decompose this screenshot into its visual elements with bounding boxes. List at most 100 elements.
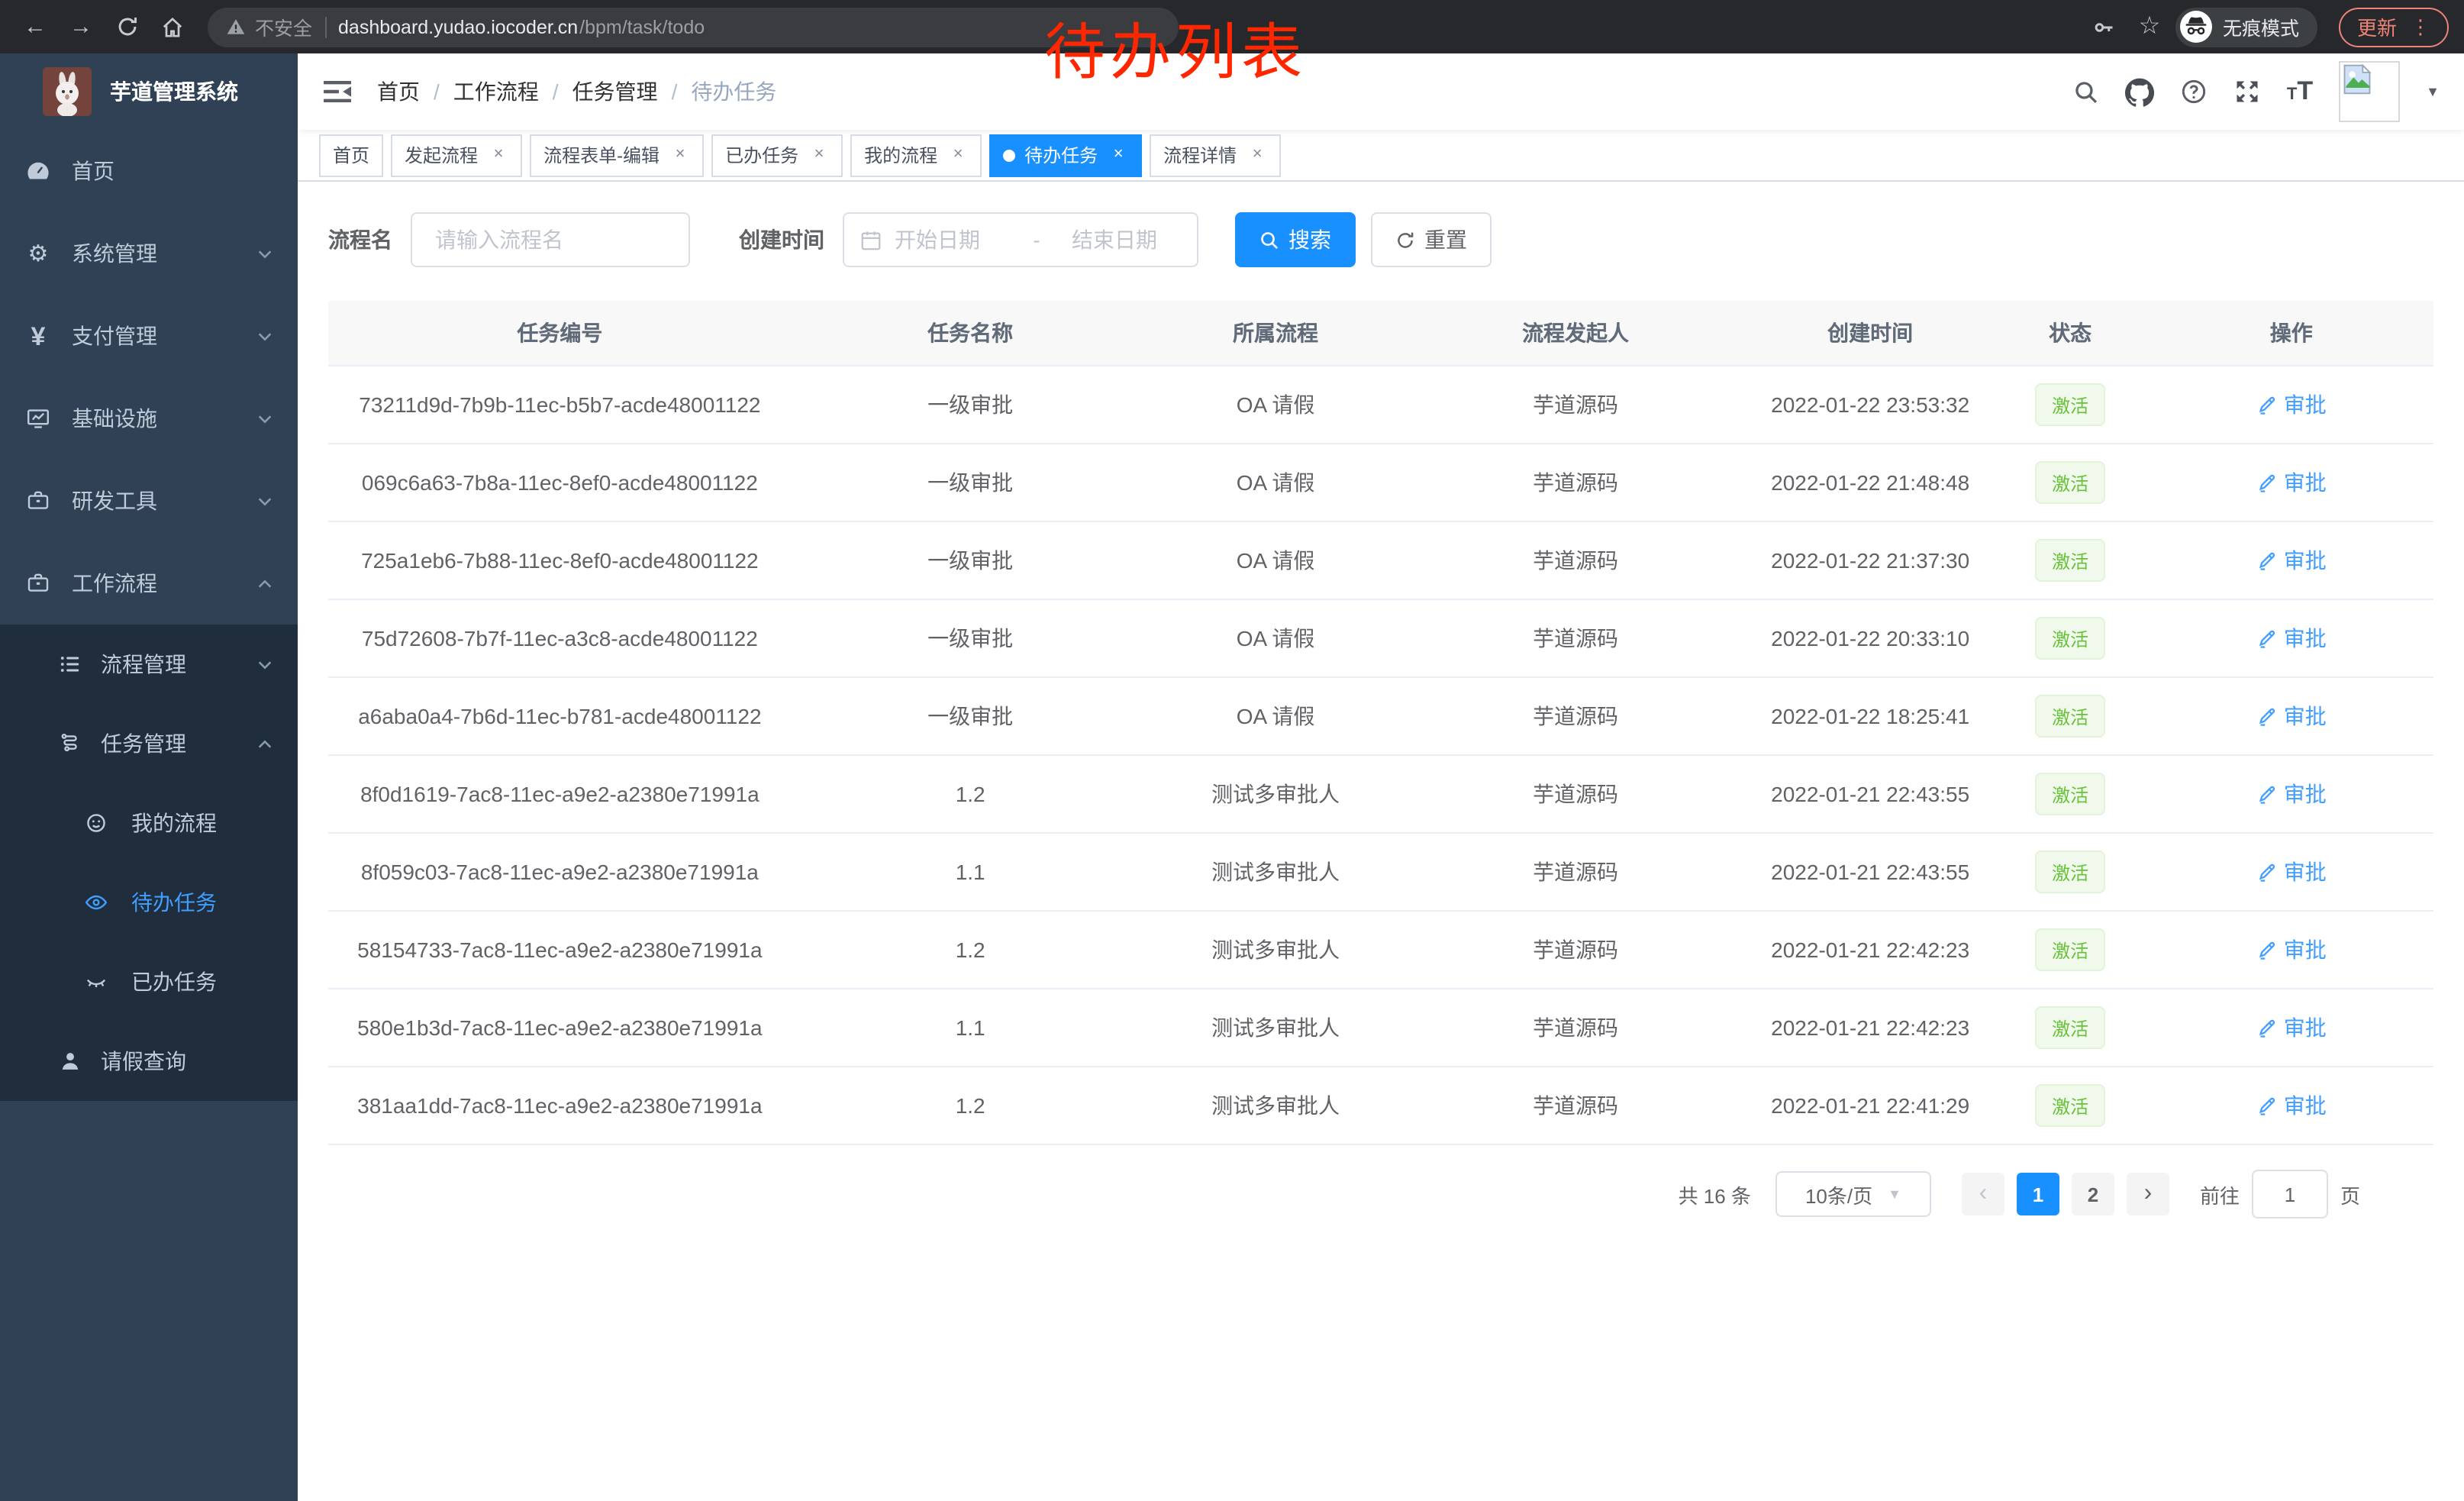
avatar-caret-icon[interactable]: ▼ [2426,85,2440,98]
eye-closed-icon [84,970,108,994]
approve-link[interactable]: 审批 [2256,467,2327,498]
approve-link[interactable]: 审批 [2256,389,2327,420]
active-tab-dot [1003,149,1015,161]
github-icon[interactable] [2125,77,2154,106]
sidebar-item-payment[interactable]: ¥ 支付管理 [0,295,298,377]
breadcrumb-item[interactable]: 首页 [377,76,420,107]
tab-todo-tasks[interactable]: 待办任务 × [989,134,1142,176]
cell-starter: 芋道源码 [1402,1067,1750,1144]
sidebar-item-infrastructure[interactable]: 基础设施 [0,377,298,460]
page-button-2[interactable]: 2 [2072,1173,2114,1215]
tab-form-edit[interactable]: 流程表单-编辑 × [530,134,704,176]
incognito-badge[interactable]: 无痕模式 [2175,7,2317,47]
sidebar-item-process-mgmt[interactable]: 流程管理 [0,625,298,704]
sidebar-item-home[interactable]: 首页 [0,130,298,212]
update-button[interactable]: 更新 ⋮ [2339,7,2449,47]
edit-pencil-icon [2256,550,2278,571]
bookmark-star-icon[interactable]: ☆ [2130,15,2169,39]
approve-link[interactable]: 审批 [2256,623,2327,654]
reload-icon[interactable] [107,15,147,38]
cell-action: 审批 [2150,521,2433,599]
cell-process: 测试多审批人 [1150,755,1402,833]
sidebar-item-devtools[interactable]: 研发工具 [0,460,298,542]
search-icon[interactable] [2073,79,2099,105]
tab-label: 待办任务 [1024,142,1098,168]
sidebar-item-system[interactable]: ⚙ 系统管理 [0,212,298,295]
fullscreen-icon[interactable] [2233,78,2261,105]
avatar[interactable] [2339,61,2400,122]
prev-page-button[interactable]: ‹ [1962,1173,2004,1215]
sidebar-item-done-tasks[interactable]: 已办任务 [0,942,298,1022]
close-icon[interactable]: × [948,147,968,163]
sidebar-logo[interactable]: 芋道管理系统 [0,53,298,130]
approve-link[interactable]: 审批 [2256,934,2327,965]
close-icon[interactable]: × [1108,147,1128,163]
cell-action: 审批 [2150,833,2433,911]
help-icon[interactable] [2180,78,2208,105]
sidebar-item-label: 任务管理 [101,728,186,759]
address-bar[interactable]: 不安全 dashboard.yudao.iocoder.cn/bpm/task/… [208,7,1179,47]
cell-process: OA 请假 [1150,677,1402,755]
start-date-input[interactable] [892,226,1005,253]
cell-action: 审批 [2150,911,2433,989]
reset-button[interactable]: 重置 [1371,212,1492,267]
tab-process-detail[interactable]: 流程详情 × [1150,134,1281,176]
next-page-button[interactable]: › [2127,1173,2169,1215]
cell-starter: 芋道源码 [1402,599,1750,677]
dashboard-icon [26,159,50,183]
approve-link[interactable]: 审批 [2256,1090,2327,1121]
tab-done-tasks[interactable]: 已办任务 × [711,134,843,176]
font-size-icon[interactable]: TT [2287,76,2313,107]
page-button-1[interactable]: 1 [2017,1173,2059,1215]
approve-link[interactable]: 审批 [2256,1012,2327,1043]
tab-home[interactable]: 首页 [319,134,383,176]
security-indicator[interactable]: 不安全 [226,12,312,41]
sidebar-item-my-process[interactable]: 我的流程 [0,783,298,863]
cell-task-name: 一级审批 [792,599,1150,677]
col-process: 所属流程 [1150,301,1402,366]
cell-starter: 芋道源码 [1402,366,1750,444]
pagination: 共 16 条 10条/页 ▼ ‹ 1 2 › 前往 页 [328,1170,2433,1219]
forward-icon[interactable]: → [61,15,101,38]
end-date-input[interactable] [1069,226,1182,253]
cell-status: 激活 [1992,677,2150,755]
cell-action: 审批 [2150,989,2433,1067]
cell-process: 测试多审批人 [1150,1067,1402,1144]
close-icon[interactable]: × [1247,147,1267,163]
page-size-select[interactable]: 10条/页 ▼ [1775,1171,1931,1217]
cell-starter: 芋道源码 [1402,989,1750,1067]
table-row: 381aa1dd-7ac8-11ec-a9e2-a2380e71991a1.2测… [328,1067,2433,1144]
close-icon[interactable]: × [489,147,508,163]
navbar: 首页 / 工作流程 / 任务管理 / 待办任务 [298,53,2464,130]
approve-link[interactable]: 审批 [2256,857,2327,887]
goto-page-input[interactable] [2252,1170,2328,1219]
back-icon[interactable]: ← [15,15,55,38]
cell-task-id: 8f059c03-7ac8-11ec-a9e2-a2380e71991a [328,833,792,911]
home-icon[interactable] [153,15,192,39]
status-badge: 激活 [2035,851,2105,893]
close-icon[interactable]: × [670,147,690,163]
search-button[interactable]: 搜索 [1235,212,1356,267]
browser-menu-icon[interactable]: ⋮ [2411,17,2430,37]
tab-my-process[interactable]: 我的流程 × [850,134,982,176]
sidebar-item-task-mgmt[interactable]: 任务管理 [0,704,298,783]
approve-link[interactable]: 审批 [2256,545,2327,576]
search-button-label: 搜索 [1288,224,1331,255]
app-title: 芋道管理系统 [110,76,238,107]
approve-link[interactable]: 审批 [2256,779,2327,809]
col-action: 操作 [2150,301,2433,366]
sidebar-item-leave-query[interactable]: 请假查询 [0,1022,298,1101]
process-name-input[interactable] [411,212,690,267]
sidebar-item-todo-tasks[interactable]: 待办任务 [0,863,298,942]
cell-status: 激活 [1992,989,2150,1067]
toolbox-icon [26,489,50,513]
tab-start-process[interactable]: 发起流程 × [391,134,522,176]
cell-created: 2022-01-21 22:43:55 [1750,755,1992,833]
close-icon[interactable]: × [809,147,829,163]
key-icon[interactable] [2084,15,2124,39]
cell-created: 2022-01-22 21:37:30 [1750,521,1992,599]
date-range-picker[interactable]: - [843,212,1198,267]
sidebar-collapse-icon[interactable] [322,76,353,107]
sidebar-item-workflow[interactable]: 工作流程 [0,542,298,625]
approve-link[interactable]: 审批 [2256,701,2327,731]
